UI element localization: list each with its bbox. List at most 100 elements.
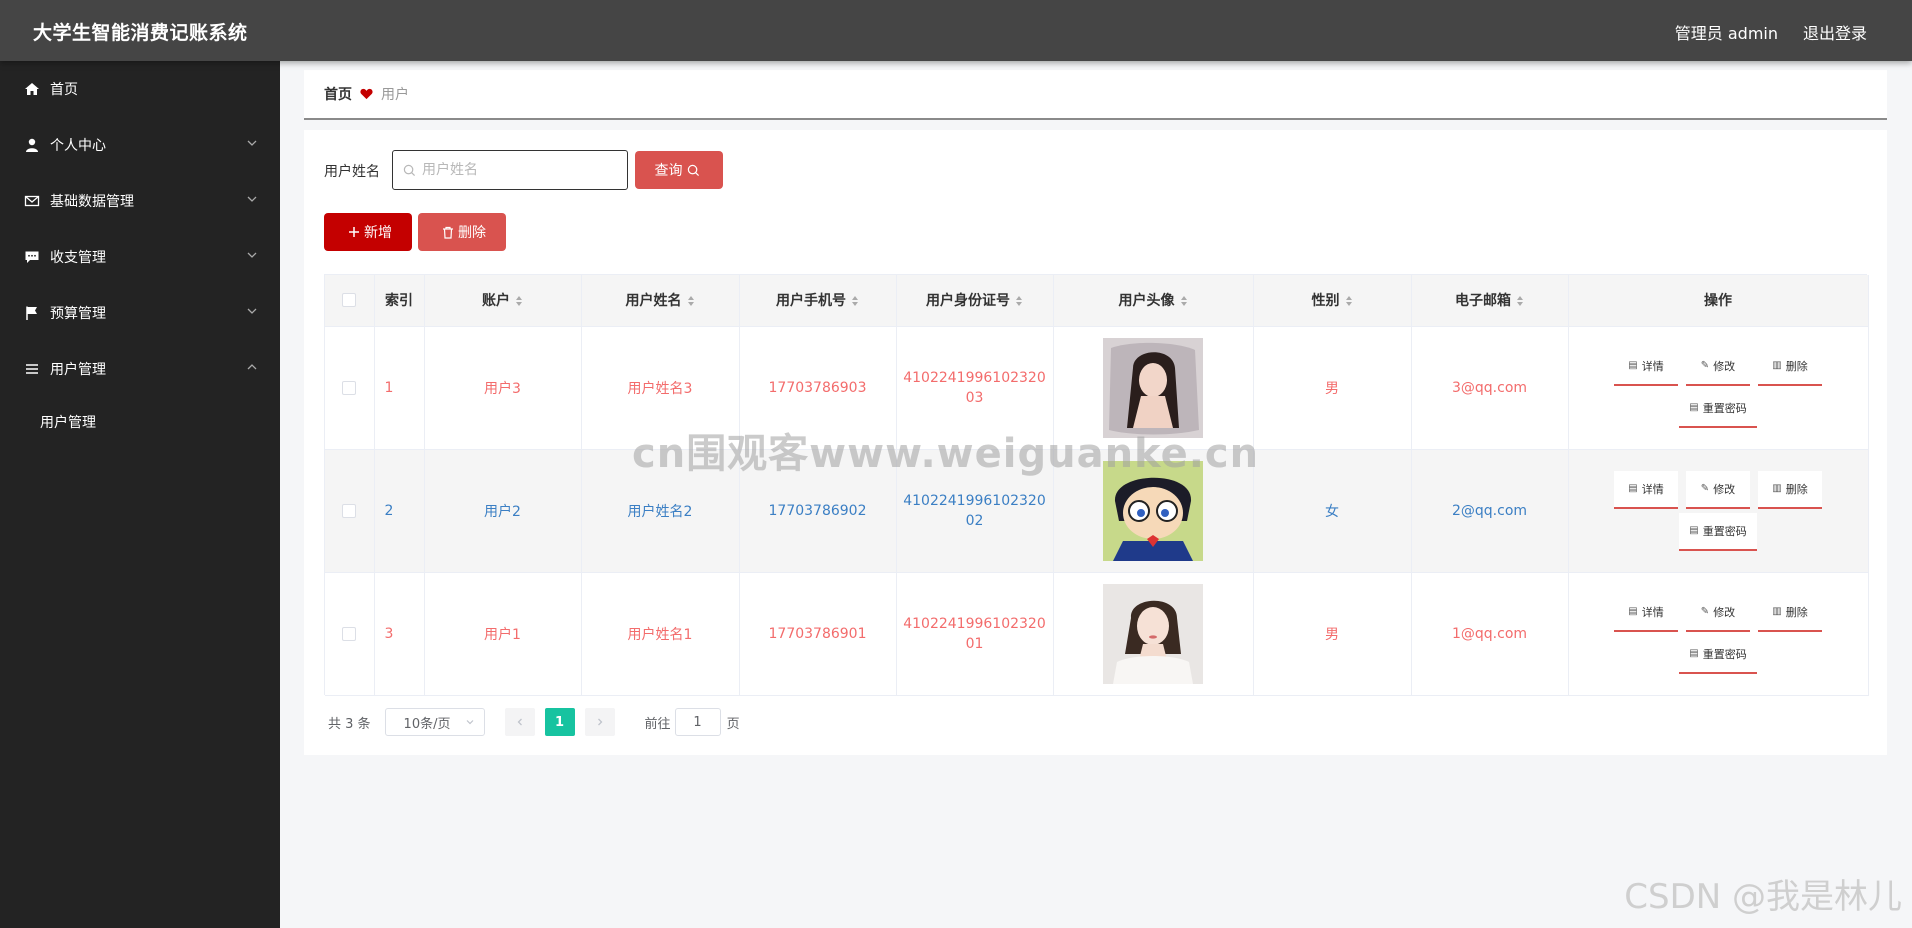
breadcrumb-home[interactable]: 首页 bbox=[324, 84, 352, 104]
add-button-label: 新增 bbox=[364, 225, 392, 241]
pencil-icon: ✎ bbox=[1700, 360, 1710, 371]
delete-button[interactable]: ▥ 删除 bbox=[1758, 470, 1822, 509]
table-row: 1 用户3 用户姓名3 17703786903 4102241996102320… bbox=[325, 326, 1869, 450]
column-header[interactable]: 性别 bbox=[1253, 275, 1412, 327]
column-header: 操作 bbox=[1568, 275, 1869, 327]
avatar[interactable] bbox=[1103, 583, 1203, 684]
reset-password-button[interactable]: ▤ 重置密码 bbox=[1679, 390, 1757, 428]
page-number-current[interactable]: 1 bbox=[544, 708, 575, 736]
heart-icon bbox=[360, 88, 373, 100]
column-header-label: 用户身份证号 bbox=[926, 293, 1010, 310]
sidebar-item-home[interactable]: 首页 bbox=[0, 61, 280, 117]
app-title: 大学生智能消费记账系统 bbox=[33, 22, 248, 44]
delete-button-label: 删除 bbox=[1785, 482, 1808, 496]
edit-button-label: 修改 bbox=[1713, 482, 1736, 496]
avatar-cell bbox=[1053, 572, 1254, 696]
column-header[interactable]: 用户身份证号 bbox=[896, 275, 1054, 327]
index-cell: 3 bbox=[374, 572, 425, 696]
query-button[interactable]: 查询 bbox=[635, 151, 723, 189]
pencil-icon: ✎ bbox=[1700, 606, 1710, 617]
search-icon bbox=[687, 164, 699, 176]
row-checkbox[interactable] bbox=[342, 503, 357, 518]
pagination-total: 共 3 条 bbox=[328, 716, 371, 732]
id-card-line: 01 bbox=[965, 635, 984, 652]
name-cell: 用户姓名3 bbox=[581, 326, 740, 450]
account-cell: 用户2 bbox=[424, 449, 582, 573]
sidebar-item-user-management[interactable]: 用户管理 bbox=[0, 341, 280, 397]
gender-cell: 女 bbox=[1253, 449, 1412, 573]
name-cell: 用户姓名1 bbox=[581, 572, 740, 696]
phone-cell: 17703786901 bbox=[739, 572, 897, 696]
home-icon bbox=[25, 83, 39, 95]
edit-button-label: 修改 bbox=[1713, 359, 1736, 373]
trash-icon: ▥ bbox=[1772, 360, 1782, 371]
phone-cell: 17703786902 bbox=[739, 449, 897, 573]
logout-button[interactable]: 退出登录 bbox=[1803, 20, 1867, 44]
menu-icon bbox=[26, 364, 38, 374]
sort-icon bbox=[687, 296, 694, 307]
reset-password-button[interactable]: ▤ 重置密码 bbox=[1679, 636, 1757, 674]
id-card-cell: 4102241996102320 02 bbox=[896, 449, 1054, 573]
trash-icon: ▥ bbox=[1772, 483, 1782, 494]
sidebar-item-budget[interactable]: 预算管理 bbox=[0, 285, 280, 341]
column-header-label: 用户头像 bbox=[1118, 293, 1175, 310]
row-select-cell bbox=[325, 326, 375, 450]
email-cell: 2@qq.com bbox=[1411, 449, 1569, 573]
id-card-line: 4102241996102320 bbox=[903, 369, 1046, 386]
avatar[interactable] bbox=[1103, 460, 1203, 561]
row-checkbox[interactable] bbox=[342, 626, 357, 641]
sidebar-item-label: 基础数据管理 bbox=[50, 194, 134, 210]
document-icon: ▤ bbox=[1628, 606, 1638, 617]
search-icon bbox=[403, 164, 416, 176]
next-page-button[interactable] bbox=[584, 708, 615, 736]
email-cell: 3@qq.com bbox=[1411, 326, 1569, 450]
sort-icon bbox=[1016, 296, 1022, 307]
row-select-cell bbox=[325, 572, 375, 696]
sidebar-item-income-expense[interactable]: 收支管理 bbox=[0, 229, 280, 285]
sidebar-item-profile[interactable]: 个人中心 bbox=[0, 117, 280, 173]
page-size-select[interactable]: 10条/页 bbox=[384, 708, 485, 736]
sidebar-item-basic-data[interactable]: 基础数据管理 bbox=[0, 173, 280, 229]
search-input[interactable] bbox=[422, 162, 612, 178]
detail-button[interactable]: ▤ 详情 bbox=[1614, 594, 1678, 632]
column-header[interactable]: 电子邮箱 bbox=[1411, 275, 1569, 327]
id-card-cell: 4102241996102320 01 bbox=[896, 572, 1054, 696]
goto-label: 前往 bbox=[644, 716, 671, 732]
reset-password-button[interactable]: ▤ 重置密码 bbox=[1679, 512, 1757, 551]
row-checkbox[interactable] bbox=[342, 380, 357, 395]
detail-button[interactable]: ▤ 详情 bbox=[1614, 470, 1678, 509]
goto-page-input[interactable] bbox=[674, 708, 721, 736]
page-size-value: 10条/页 bbox=[403, 716, 451, 732]
delete-button[interactable]: ▥ 删除 bbox=[1758, 348, 1822, 386]
sort-icon bbox=[1517, 296, 1523, 307]
operations-cell: ▤ 详情 ✎ 修改 ▥ 删除 ▤ 重置密码 bbox=[1568, 572, 1869, 696]
chevron-right-icon bbox=[597, 718, 602, 726]
admin-label: 管理员 admin bbox=[1674, 24, 1778, 43]
detail-button[interactable]: ▤ 详情 bbox=[1614, 348, 1678, 386]
column-header[interactable]: 用户手机号 bbox=[739, 275, 897, 327]
id-card-line: 4102241996102320 bbox=[903, 615, 1046, 632]
submenu-user-management[interactable]: 用户管理 bbox=[40, 412, 96, 432]
breadcrumb-current: 用户 bbox=[381, 87, 409, 103]
edit-button[interactable]: ✎ 修改 bbox=[1686, 470, 1750, 509]
delete-button[interactable]: ▥ 删除 bbox=[1758, 594, 1822, 632]
chat-icon bbox=[25, 251, 39, 263]
row-select-cell bbox=[325, 449, 375, 573]
edit-button[interactable]: ✎ 修改 bbox=[1686, 348, 1750, 386]
account-cell: 用户3 bbox=[424, 326, 582, 450]
edit-button[interactable]: ✎ 修改 bbox=[1686, 594, 1750, 632]
chevron-left-icon bbox=[517, 718, 522, 726]
reset-password-button-label: 重置密码 bbox=[1702, 647, 1747, 661]
column-header[interactable]: 用户头像 bbox=[1053, 275, 1254, 327]
select-all-checkbox[interactable] bbox=[342, 293, 357, 308]
batch-delete-button[interactable]: 删除 bbox=[418, 213, 506, 251]
page-suffix: 页 bbox=[726, 716, 740, 732]
id-card-line: 02 bbox=[965, 512, 984, 529]
avatar[interactable] bbox=[1103, 337, 1203, 438]
sort-icon bbox=[852, 296, 858, 307]
watermark-corner: CSDN @我是林儿 bbox=[1624, 877, 1902, 917]
add-button[interactable]: 新增 bbox=[324, 213, 412, 251]
column-header[interactable]: 账户 bbox=[424, 275, 582, 327]
prev-page-button[interactable] bbox=[504, 708, 535, 736]
column-header[interactable]: 用户姓名 bbox=[581, 275, 740, 327]
